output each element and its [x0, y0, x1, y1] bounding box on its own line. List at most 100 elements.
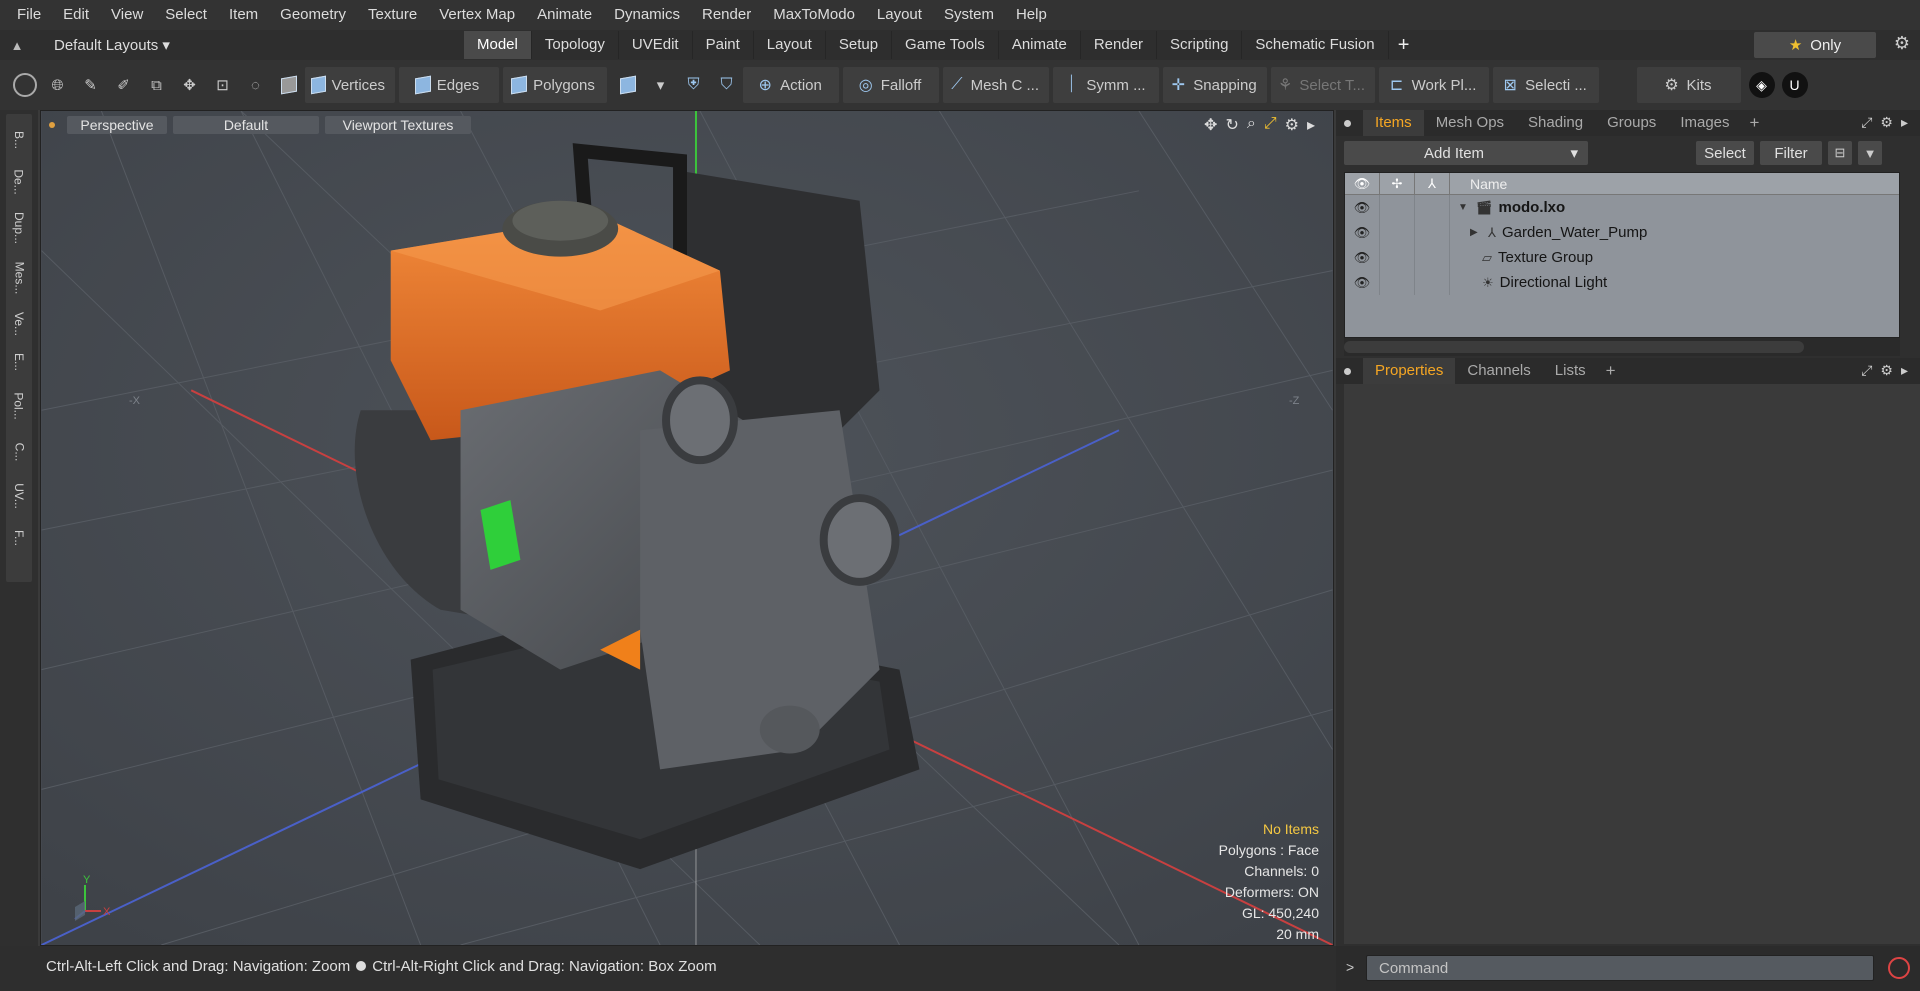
play-icon[interactable]: ▸	[1307, 115, 1315, 135]
lock-column-icon[interactable]: ✢	[1380, 172, 1415, 195]
menu-view[interactable]: View	[100, 0, 154, 30]
mesh-constraint-button[interactable]: ⟋ Mesh C ...	[943, 67, 1049, 103]
shield-button[interactable]: ⛨	[677, 67, 710, 103]
tab-shading[interactable]: Shading	[1516, 110, 1595, 136]
left-tab-edge[interactable]: E...	[6, 342, 32, 382]
filter-button[interactable]: Filter	[1760, 141, 1822, 165]
layout-selector[interactable]: Default Layouts ▾	[34, 36, 184, 54]
eye-icon[interactable]: 👁︎	[1345, 195, 1380, 220]
edges-button[interactable]: Edges	[399, 67, 499, 103]
vertices-button[interactable]: Vertices	[305, 67, 395, 103]
menu-layout[interactable]: Layout	[866, 0, 933, 30]
select-button[interactable]: Select	[1696, 141, 1754, 165]
funnel-icon[interactable]: ▼	[1858, 141, 1882, 165]
menu-edit[interactable]: Edit	[52, 0, 100, 30]
tab-channels[interactable]: Channels	[1455, 358, 1542, 384]
more-icon[interactable]: ▸	[1901, 114, 1908, 131]
tree-row-garden-water-pump[interactable]: 👁︎ ▶ ⅄ Garden_Water_Pump	[1345, 220, 1899, 245]
viewport-textures-button[interactable]: Viewport Textures	[325, 116, 471, 134]
action-center-button[interactable]: ⊕ Action	[743, 67, 839, 103]
viewport-menu-dot[interactable]	[49, 122, 55, 128]
snapping-button[interactable]: ✛ Snapping	[1163, 67, 1267, 103]
left-tab-vertex[interactable]: Ve...	[6, 304, 32, 344]
component-dropdown[interactable]: ▾	[644, 67, 677, 103]
shield-alt-button[interactable]: ⛉	[710, 67, 743, 103]
kits-button[interactable]: ⚙ Kits	[1637, 67, 1741, 103]
tab-setup[interactable]: Setup	[826, 31, 893, 59]
gear-icon[interactable]: ⚙	[1894, 33, 1910, 54]
left-tab-uv[interactable]: UV...	[6, 476, 32, 516]
scrollbar-thumb[interactable]	[1344, 341, 1804, 353]
eye-icon[interactable]: 👁︎	[1345, 220, 1380, 245]
menu-animate[interactable]: Animate	[526, 0, 603, 30]
tree-row-texture-group[interactable]: 👁︎ ▱ Texture Group	[1345, 245, 1899, 270]
menu-help[interactable]: Help	[1005, 0, 1058, 30]
collapse-icon[interactable]: ⊟	[1828, 141, 1852, 165]
expanded-arrow-icon[interactable]: ▼	[1458, 202, 1470, 213]
tab-paint[interactable]: Paint	[693, 31, 754, 59]
tab-scripting[interactable]: Scripting	[1157, 31, 1243, 59]
left-tab-duplicate[interactable]: Dup...	[6, 208, 32, 248]
visibility-column-icon[interactable]: 👁︎	[1345, 172, 1380, 195]
type-column-icon[interactable]: ⅄	[1415, 172, 1450, 195]
viewport-gear-icon[interactable]: ⚙	[1285, 115, 1299, 135]
tab-animate[interactable]: Animate	[999, 31, 1081, 59]
selection-sets-button[interactable]: ⊠ Selecti ...	[1493, 67, 1599, 103]
tab-mesh-ops[interactable]: Mesh Ops	[1424, 110, 1516, 136]
left-tab-fusion[interactable]: F...	[6, 518, 32, 558]
shading-mode-button[interactable]: Default	[173, 116, 319, 134]
move-button[interactable]: ✥	[173, 67, 206, 103]
add-item-button[interactable]: Add Item ▾	[1344, 141, 1588, 165]
tab-schematic-fusion[interactable]: Schematic Fusion	[1242, 31, 1389, 59]
collapsed-arrow-icon[interactable]: ▶	[1470, 227, 1482, 238]
pen-button[interactable]: ✎	[74, 67, 107, 103]
work-plane-button[interactable]: ⊏ Work Pl...	[1379, 67, 1489, 103]
panel-gear-icon[interactable]: ⚙	[1880, 114, 1893, 131]
menu-render[interactable]: Render	[691, 0, 762, 30]
menu-maxtomodo[interactable]: MaxToModo	[762, 0, 866, 30]
collapse-up-icon[interactable]: ▲	[0, 38, 34, 53]
eye-icon[interactable]: 👁︎	[1345, 245, 1380, 270]
menu-geometry[interactable]: Geometry	[269, 0, 357, 30]
orbit-icon[interactable]: ↻	[1225, 115, 1238, 135]
more-icon[interactable]: ▸	[1901, 362, 1908, 379]
tab-game-tools[interactable]: Game Tools	[892, 31, 999, 59]
panel-menu-dot[interactable]	[1344, 119, 1351, 127]
menu-item[interactable]: Item	[218, 0, 269, 30]
tab-groups[interactable]: Groups	[1595, 110, 1668, 136]
polygons-button[interactable]: Polygons	[503, 67, 607, 103]
panel-menu-dot[interactable]	[1344, 367, 1351, 375]
add-tab-button[interactable]: +	[1389, 31, 1419, 59]
add-panel-tab-button[interactable]: +	[1742, 113, 1768, 133]
tab-images[interactable]: Images	[1668, 110, 1741, 136]
tree-row-directional-light[interactable]: 👁︎ ☀ Directional Light	[1345, 270, 1899, 295]
panel-gear-icon[interactable]: ⚙	[1880, 362, 1893, 379]
menu-dynamics[interactable]: Dynamics	[603, 0, 691, 30]
tab-layout[interactable]: Layout	[754, 31, 826, 59]
left-tab-polygon[interactable]: Pol...	[6, 386, 32, 426]
tab-lists[interactable]: Lists	[1543, 358, 1598, 384]
select-mode-button[interactable]	[8, 67, 41, 103]
tab-properties[interactable]: Properties	[1363, 358, 1456, 384]
only-button[interactable]: ★ Only	[1754, 32, 1876, 58]
maximize-icon[interactable]: ⤢	[1264, 115, 1277, 135]
unity-button[interactable]: ◈	[1745, 67, 1778, 103]
rotate-button[interactable]: ◌	[239, 67, 272, 103]
menu-select[interactable]: Select	[154, 0, 218, 30]
materials-button[interactable]	[611, 67, 644, 103]
left-tab-basic[interactable]: B...	[6, 120, 32, 160]
menu-system[interactable]: System	[933, 0, 1005, 30]
expand-icon[interactable]: ⤢	[1861, 362, 1872, 379]
symmetry-button[interactable]: ⏐ Symm ...	[1053, 67, 1159, 103]
command-history-icon[interactable]	[1888, 957, 1910, 979]
globe-button[interactable]: 🌐︎	[41, 67, 74, 103]
tab-model[interactable]: Model	[464, 31, 532, 59]
menu-vertex-map[interactable]: Vertex Map	[428, 0, 526, 30]
command-input[interactable]	[1366, 955, 1874, 981]
item-tree-scrollbar[interactable]	[1344, 338, 1900, 356]
transform-button[interactable]: ⧉	[140, 67, 173, 103]
unreal-button[interactable]: U	[1778, 67, 1811, 103]
left-tab-curve[interactable]: C...	[6, 432, 32, 472]
pan-icon[interactable]: ✥	[1204, 115, 1217, 135]
tree-row-modo-lxo[interactable]: 👁︎ ▼ 🎬︎ modo.lxo	[1345, 195, 1899, 220]
